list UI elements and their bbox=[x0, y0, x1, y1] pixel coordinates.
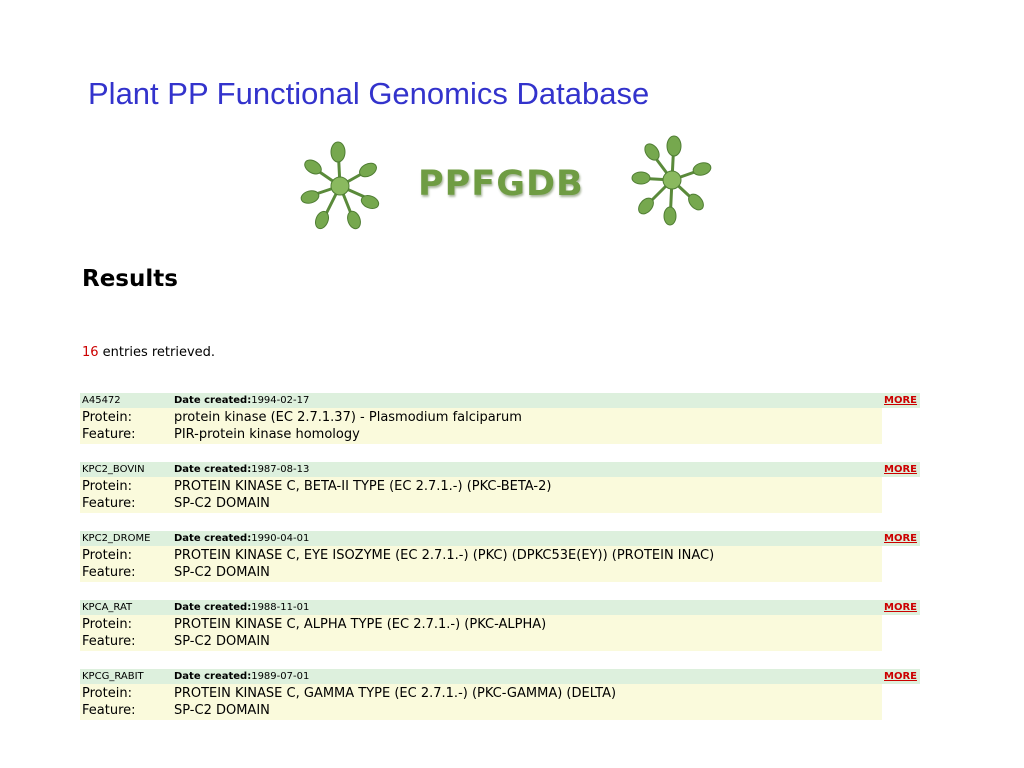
feature-value: SP-C2 DOMAIN bbox=[174, 703, 270, 718]
feature-label: Feature: bbox=[82, 496, 136, 511]
entry-header-row: KPC2_DROME Date created:1990-04-01 MORE bbox=[80, 531, 920, 546]
entries-count-line: 16 entries retrieved. bbox=[82, 345, 215, 360]
feature-row: Feature: SP-C2 DOMAIN bbox=[80, 702, 882, 719]
entry-date-value: 1988-11-01 bbox=[251, 602, 310, 613]
entry-date: Date created:1987-08-13 bbox=[174, 464, 309, 475]
protein-row: Protein: PROTEIN KINASE C, BETA-II TYPE … bbox=[80, 478, 882, 495]
ppfgdb-banner: PPFGDB bbox=[296, 134, 716, 234]
entry-date-value: 1990-04-01 bbox=[251, 533, 310, 544]
more-link[interactable]: MORE bbox=[882, 393, 920, 408]
protein-row: Protein: protein kinase (EC 2.7.1.37) - … bbox=[80, 409, 882, 426]
entry-body: Protein: protein kinase (EC 2.7.1.37) - … bbox=[80, 408, 882, 444]
entry-body: Protein: PROTEIN KINASE C, ALPHA TYPE (E… bbox=[80, 615, 882, 651]
more-link[interactable]: MORE bbox=[882, 531, 920, 546]
more-link[interactable]: MORE bbox=[882, 462, 920, 477]
protein-label: Protein: bbox=[82, 548, 132, 563]
date-created-label: Date created: bbox=[174, 671, 252, 682]
protein-value: protein kinase (EC 2.7.1.37) - Plasmodiu… bbox=[174, 410, 522, 425]
protein-value: PROTEIN KINASE C, BETA-II TYPE (EC 2.7.1… bbox=[174, 479, 552, 494]
result-entry: KPC2_DROME Date created:1990-04-01 MORE … bbox=[80, 531, 920, 582]
entry-date: Date created:1988-11-01 bbox=[174, 602, 309, 613]
result-entry: KPC2_BOVIN Date created:1987-08-13 MORE … bbox=[80, 462, 920, 513]
protein-label: Protein: bbox=[82, 686, 132, 701]
slide-title: Plant PP Functional Genomics Database bbox=[88, 76, 650, 111]
plant-icon bbox=[631, 135, 712, 226]
result-entry: KPCG_RABIT Date created:1989-07-01 MORE … bbox=[80, 669, 920, 720]
plant-icon bbox=[300, 141, 380, 230]
results-heading: Results bbox=[82, 266, 178, 292]
entry-accession: KPCG_RABIT bbox=[82, 671, 144, 682]
entry-body: Protein: PROTEIN KINASE C, BETA-II TYPE … bbox=[80, 477, 882, 513]
protein-value: PROTEIN KINASE C, EYE ISOZYME (EC 2.7.1.… bbox=[174, 548, 715, 563]
entry-date-value: 1987-08-13 bbox=[251, 464, 310, 475]
date-created-label: Date created: bbox=[174, 395, 252, 406]
feature-label: Feature: bbox=[82, 634, 136, 649]
protein-row: Protein: PROTEIN KINASE C, EYE ISOZYME (… bbox=[80, 547, 882, 564]
entry-date: Date created:1989-07-01 bbox=[174, 671, 309, 682]
feature-label: Feature: bbox=[82, 565, 136, 580]
more-link[interactable]: MORE bbox=[882, 669, 920, 684]
entry-header-row: KPCG_RABIT Date created:1989-07-01 MORE bbox=[80, 669, 920, 684]
protein-label: Protein: bbox=[82, 617, 132, 632]
entries-count: 16 bbox=[82, 345, 99, 360]
feature-value: PIR-protein kinase homology bbox=[174, 427, 360, 442]
date-created-label: Date created: bbox=[174, 464, 252, 475]
entry-header-row: KPCA_RAT Date created:1988-11-01 MORE bbox=[80, 600, 920, 615]
feature-label: Feature: bbox=[82, 427, 136, 442]
entry-date-value: 1989-07-01 bbox=[251, 671, 310, 682]
protein-row: Protein: PROTEIN KINASE C, ALPHA TYPE (E… bbox=[80, 616, 882, 633]
feature-row: Feature: SP-C2 DOMAIN bbox=[80, 633, 882, 650]
protein-label: Protein: bbox=[82, 479, 132, 494]
feature-row: Feature: SP-C2 DOMAIN bbox=[80, 495, 882, 512]
entry-header-row: KPC2_BOVIN Date created:1987-08-13 MORE bbox=[80, 462, 920, 477]
entry-accession: KPCA_RAT bbox=[82, 602, 133, 613]
result-entry: A45472 Date created:1994-02-17 MORE Prot… bbox=[80, 393, 920, 444]
entries-count-suffix: entries retrieved. bbox=[98, 345, 216, 360]
entry-date: Date created:1990-04-01 bbox=[174, 533, 309, 544]
more-link[interactable]: MORE bbox=[882, 600, 920, 615]
banner-logo-text: PPFGDB bbox=[418, 164, 584, 204]
feature-label: Feature: bbox=[82, 703, 136, 718]
results-list: A45472 Date created:1994-02-17 MORE Prot… bbox=[80, 393, 920, 738]
entry-body: Protein: PROTEIN KINASE C, EYE ISOZYME (… bbox=[80, 546, 882, 582]
protein-value: PROTEIN KINASE C, GAMMA TYPE (EC 2.7.1.-… bbox=[174, 686, 617, 701]
entry-header-row: A45472 Date created:1994-02-17 MORE bbox=[80, 393, 920, 408]
entry-body: Protein: PROTEIN KINASE C, GAMMA TYPE (E… bbox=[80, 684, 882, 720]
entry-accession: KPC2_DROME bbox=[82, 533, 151, 544]
result-entry: KPCA_RAT Date created:1988-11-01 MORE Pr… bbox=[80, 600, 920, 651]
date-created-label: Date created: bbox=[174, 533, 252, 544]
feature-row: Feature: SP-C2 DOMAIN bbox=[80, 564, 882, 581]
entry-accession: KPC2_BOVIN bbox=[82, 464, 145, 475]
feature-value: SP-C2 DOMAIN bbox=[174, 565, 270, 580]
date-created-label: Date created: bbox=[174, 602, 252, 613]
feature-value: SP-C2 DOMAIN bbox=[174, 634, 270, 649]
entry-accession: A45472 bbox=[82, 395, 121, 406]
feature-row: Feature: PIR-protein kinase homology bbox=[80, 426, 882, 443]
entry-date-value: 1994-02-17 bbox=[251, 395, 310, 406]
protein-value: PROTEIN KINASE C, ALPHA TYPE (EC 2.7.1.-… bbox=[174, 617, 547, 632]
protein-label: Protein: bbox=[82, 410, 132, 425]
feature-value: SP-C2 DOMAIN bbox=[174, 496, 270, 511]
protein-row: Protein: PROTEIN KINASE C, GAMMA TYPE (E… bbox=[80, 685, 882, 702]
entry-date: Date created:1994-02-17 bbox=[174, 395, 309, 406]
